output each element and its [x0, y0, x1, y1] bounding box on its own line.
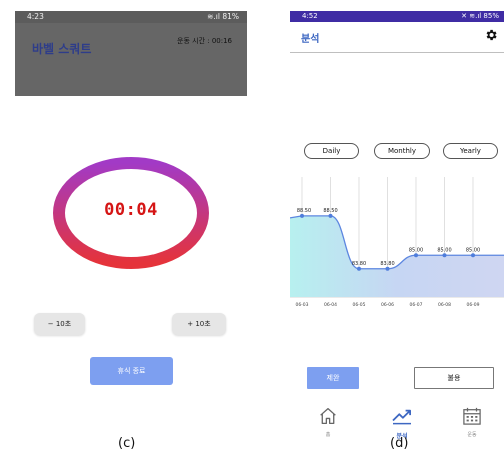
exercise-title: 바벨 스쿼트: [32, 42, 92, 56]
end-rest-button[interactable]: 휴식 종료: [90, 357, 173, 385]
complete-button[interactable]: 제완: [307, 367, 359, 389]
x-tick-label: 06-05: [352, 302, 365, 308]
rest-timer-screen: 4:23 ≋.ıl 81% 바벨 스쿼트 운동 시간 : 00:16 00:04…: [15, 11, 247, 431]
trend-chart-icon: [392, 409, 411, 425]
rest-timer: 00:04: [52, 156, 210, 270]
caption-d: (d): [390, 436, 409, 451]
nav-home-label: 홈: [325, 432, 331, 438]
page-title: 분석: [301, 34, 320, 45]
nav-calendar-label: 운동: [467, 432, 477, 438]
minus-10s-button[interactable]: − 10초: [34, 313, 85, 335]
analysis-screen: 4:52 ✕ ≋.ıl 85% 분석 Daily Monthly Yearly …: [290, 11, 504, 440]
status-bar: 4:23 ≋.ıl 81%: [15, 11, 247, 23]
plus-10s-button[interactable]: + 10초: [172, 313, 226, 335]
data-point: [385, 266, 390, 271]
app-bar: 분석: [290, 22, 504, 53]
x-tick-label: 06-08: [438, 302, 451, 308]
home-icon: [320, 407, 336, 425]
data-label: 85.00: [409, 247, 423, 253]
status-bar: 4:52 ✕ ≋.ıl 85%: [290, 11, 504, 22]
fail-button[interactable]: 불용: [414, 367, 494, 389]
status-signal: ✕ ≋.ıl 85%: [461, 12, 499, 20]
nav-calendar[interactable]: 운동: [452, 407, 492, 438]
x-tick-label: 06-06: [381, 302, 394, 308]
data-point: [414, 253, 418, 258]
caption-c: (c): [118, 436, 136, 451]
x-tick-label: 06-03: [295, 302, 308, 308]
data-label: 83.80: [352, 261, 366, 267]
status-time: 4:23: [27, 12, 44, 21]
data-point: [471, 253, 475, 258]
status-signal: ≋.ıl 81%: [207, 12, 239, 21]
x-tick-label: 06-07: [409, 302, 422, 308]
data-label: 85.00: [437, 247, 451, 253]
data-label: 83.80: [380, 261, 394, 267]
x-tick-label: 06-09: [466, 302, 479, 308]
data-point: [442, 253, 447, 258]
x-tick-label: 06-04: [324, 302, 337, 308]
timer-display: 00:04: [104, 200, 158, 220]
data-label: 88.50: [297, 208, 311, 214]
weight-trend-chart: 88.50 88.50 83.80 83.80 85.00 85.00 85.00 06-0…: [290, 177, 504, 308]
status-time: 4:52: [302, 12, 318, 20]
header-bar: 4:23 ≋.ıl 81% 바벨 스쿼트 운동 시간 : 00:16: [15, 11, 247, 96]
nav-home[interactable]: 홈: [308, 407, 348, 438]
daily-tab[interactable]: Daily: [304, 143, 359, 159]
data-label: 85.00: [466, 247, 480, 253]
data-point: [357, 266, 361, 271]
gear-icon[interactable]: [484, 28, 498, 42]
data-point: [300, 213, 304, 218]
yearly-tab[interactable]: Yearly: [443, 143, 498, 159]
data-label: 88.50: [323, 208, 337, 214]
workout-elapsed-time: 운동 시간 : 00:16: [177, 37, 232, 45]
calendar-icon: [463, 407, 481, 425]
monthly-tab[interactable]: Monthly: [374, 143, 430, 159]
data-point: [328, 213, 333, 218]
